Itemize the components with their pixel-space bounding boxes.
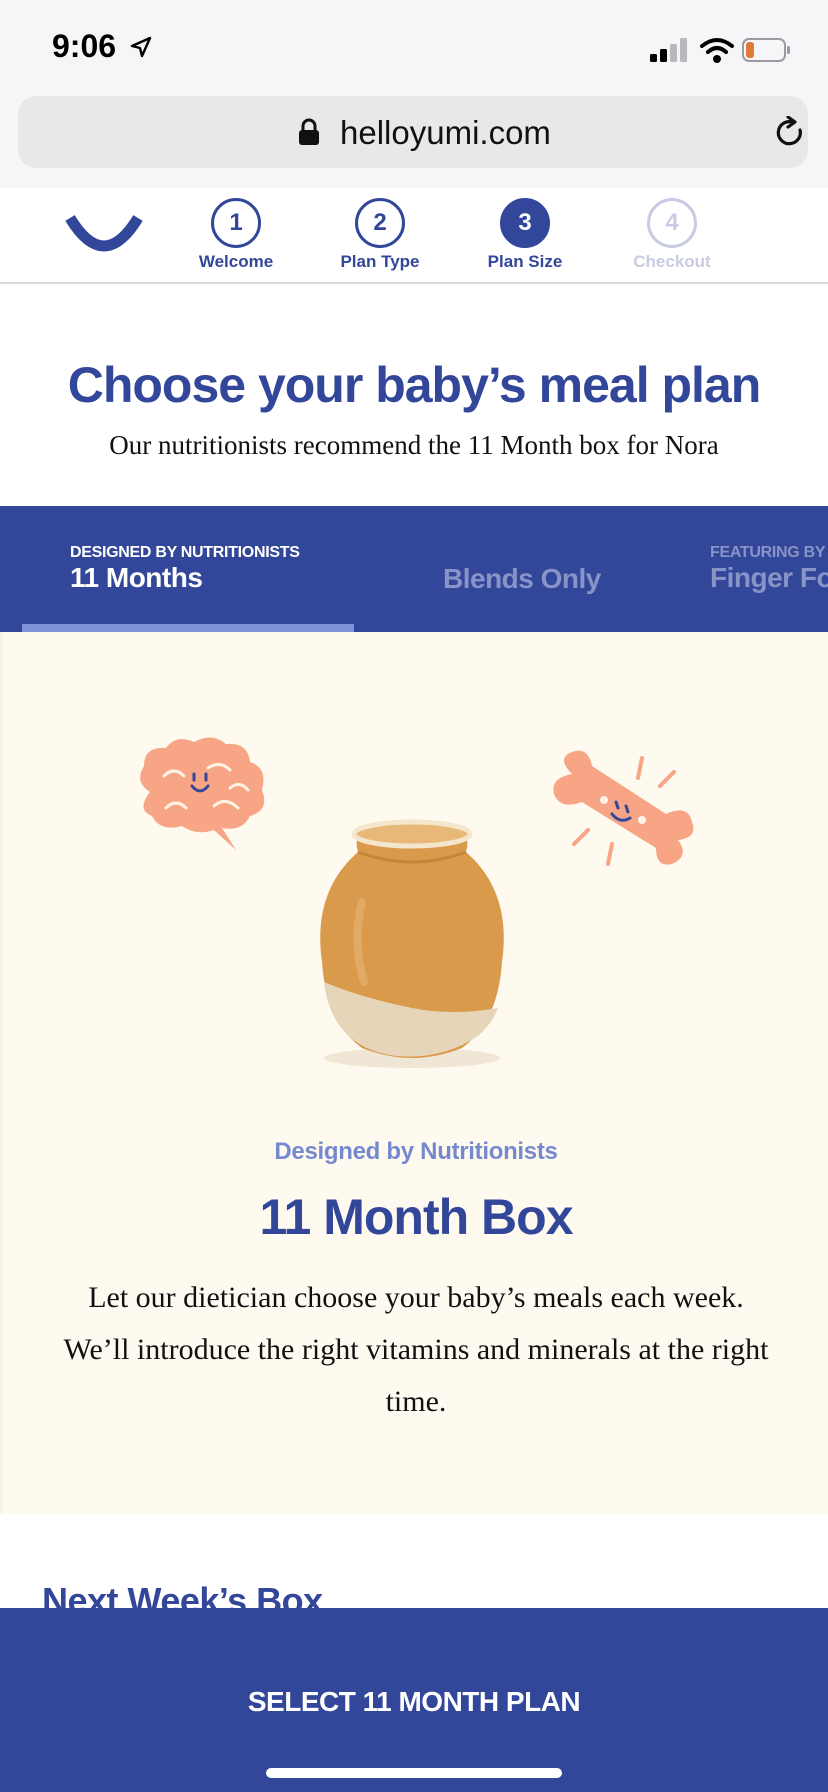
page-title: Choose your baby’s meal plan — [67, 357, 762, 413]
plan-card: Designed by Nutritionists 11 Month Box L… — [0, 632, 828, 1514]
tab-finger-foods[interactable]: FEATURING BY Finger Fo — [710, 544, 828, 594]
tab-kicker: DESIGNED BY NUTRITIONISTS — [70, 544, 300, 561]
card-title: 11 Month Box — [259, 1189, 573, 1245]
tab-11-months[interactable]: DESIGNED BY NUTRITIONISTS 11 Months — [70, 544, 300, 594]
lock-icon — [299, 118, 319, 145]
brain-icon — [140, 737, 265, 850]
step-plan-type[interactable]: 2 Plan Type — [320, 198, 440, 272]
tab-selected-indicator — [22, 624, 354, 632]
card-description: Let our dietician choose your baby’s mea… — [63, 1281, 769, 1418]
url-text: helloyumi.com — [340, 114, 551, 151]
step-welcome[interactable]: 1 Welcome — [176, 198, 296, 272]
yumi-logo-icon[interactable] — [64, 214, 144, 254]
battery-icon — [742, 38, 790, 62]
progress-steps: 1 Welcome 2 Plan Type 3 Plan Size 4 Chec… — [0, 188, 828, 284]
tab-kicker: FEATURING BY — [710, 544, 826, 561]
select-plan-button[interactable]: SELECT 11 MONTH PLAN — [0, 1608, 828, 1792]
food-jar-image — [320, 819, 504, 1068]
tab-title: Finger Fo — [710, 562, 828, 593]
tab-title: Blends Only — [443, 563, 601, 594]
tab-blends-only[interactable]: Blends Only — [443, 544, 601, 595]
address-bar[interactable]: helloyumi.com — [18, 96, 808, 168]
step-checkout: 4 Checkout — [612, 198, 732, 272]
wifi-icon — [700, 38, 734, 63]
reload-icon[interactable] — [774, 116, 806, 150]
location-arrow-icon — [130, 36, 152, 58]
step-number: 4 — [647, 198, 697, 248]
tab-kicker — [443, 544, 601, 563]
step-plan-size[interactable]: 3 Plan Size — [465, 198, 585, 272]
page-subtitle: Our nutritionists recommend the 11 Month… — [109, 430, 719, 460]
browser-chrome: helloyumi.com — [0, 90, 828, 188]
plan-tabs: DESIGNED BY NUTRITIONISTS 11 Months Blen… — [0, 506, 828, 632]
step-number: 2 — [355, 198, 405, 248]
status-time: 9:06 — [52, 28, 117, 64]
step-label: Welcome — [198, 252, 274, 271]
step-number: 3 — [500, 198, 550, 248]
step-label: Plan Type — [340, 252, 420, 271]
step-label: Checkout — [633, 252, 711, 271]
select-plan-label: SELECT 11 MONTH PLAN — [247, 1686, 581, 1717]
home-indicator[interactable] — [266, 1768, 562, 1778]
step-number: 1 — [211, 198, 261, 248]
tab-title: 11 Months — [70, 562, 203, 593]
status-bar: 9:06 — [0, 0, 828, 90]
card-kicker: Designed by Nutritionists — [274, 1138, 558, 1165]
signal-icon — [650, 38, 687, 62]
step-label: Plan Size — [487, 252, 563, 271]
bone-icon — [553, 750, 694, 866]
